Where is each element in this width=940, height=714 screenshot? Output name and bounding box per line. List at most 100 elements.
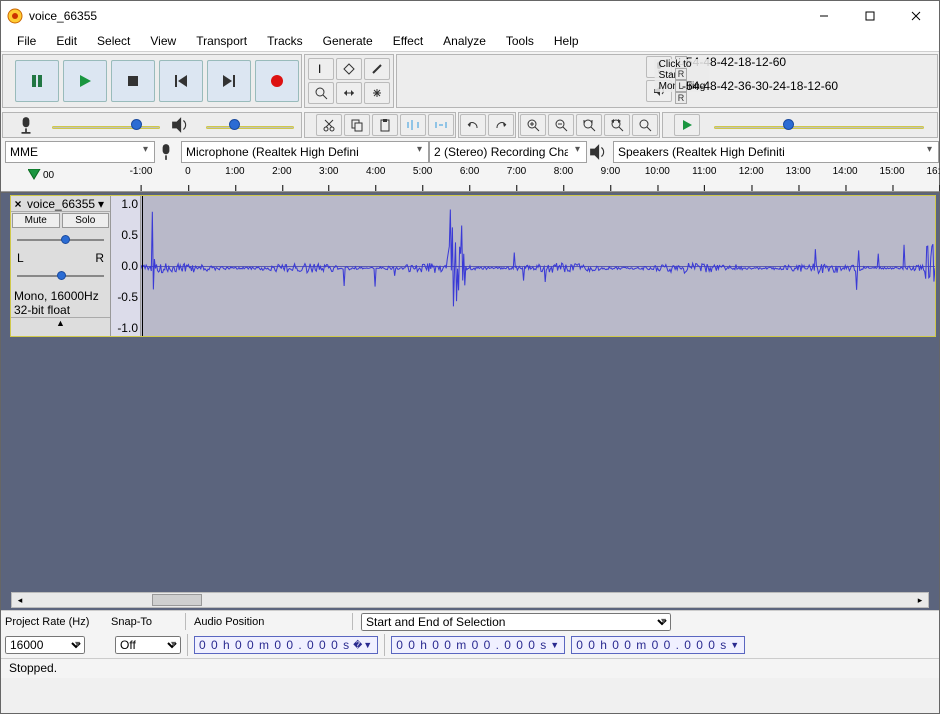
stop-button[interactable] <box>111 60 155 102</box>
redo-button[interactable] <box>488 114 514 136</box>
mixer-toolbar <box>2 112 302 138</box>
track-vertical-scale[interactable]: 1.00.50.0-0.5-1.0 <box>111 196 141 336</box>
menu-effect[interactable]: Effect <box>385 32 431 50</box>
maximize-button[interactable] <box>847 1 893 31</box>
fit-project-button[interactable] <box>604 114 630 136</box>
zoom-toolbar <box>518 112 660 138</box>
zoom-toggle-button[interactable] <box>632 114 658 136</box>
selection-toolbar-labels: Project Rate (Hz) Snap-To Audio Position… <box>1 610 939 632</box>
playback-meter[interactable]: L -54-48-42-36-30-24-18-12-60 R <box>675 80 687 102</box>
menu-help[interactable]: Help <box>546 32 587 50</box>
window-title: voice_66355 <box>29 9 801 23</box>
device-toolbar: MME Microphone (Realtek High Defini 2 (S… <box>1 140 939 166</box>
toolbar-row-1: I L -54-48-42 Click to Start Monitoring … <box>1 52 939 110</box>
timeshift-tool-button[interactable] <box>336 82 362 104</box>
scrollbar-thumb[interactable] <box>152 594 202 606</box>
track-name[interactable]: voice_66355 <box>25 197 98 211</box>
track-waveform[interactable] <box>141 196 935 336</box>
horizontal-scrollbar[interactable]: ◂ ▸ <box>11 592 929 608</box>
fit-selection-button[interactable] <box>576 114 602 136</box>
undo-toolbar <box>458 112 516 138</box>
cut-button[interactable] <box>316 114 342 136</box>
close-button[interactable] <box>893 1 939 31</box>
menu-edit[interactable]: Edit <box>48 32 85 50</box>
selection-end-field[interactable]: 0 0 h 0 0 m 0 0 . 0 0 0 s▼ <box>571 636 745 654</box>
envelope-tool-button[interactable] <box>336 58 362 80</box>
menu-file[interactable]: File <box>9 32 44 50</box>
mic-icon <box>17 116 35 134</box>
playback-device-select[interactable]: Speakers (Realtek High Definiti <box>613 141 939 163</box>
silence-button[interactable] <box>428 114 454 136</box>
status-text: Stopped. <box>9 661 57 675</box>
speaker-icon <box>589 143 607 161</box>
track-gain-slider[interactable] <box>17 233 104 247</box>
speaker-icon <box>171 116 189 134</box>
zoom-tool-button[interactable] <box>308 82 334 104</box>
menu-view[interactable]: View <box>142 32 184 50</box>
paste-button[interactable] <box>372 114 398 136</box>
selection-start-field[interactable]: 0 0 h 0 0 m 0 0 . 0 0 0 s▼ <box>391 636 565 654</box>
recording-meter[interactable]: L -54-48-42 Click to Start Monitoring -1… <box>675 56 687 78</box>
app-logo-icon <box>7 8 23 24</box>
timeline-ruler[interactable]: 00 -1:0001:002:003:004:005:006:007:008:0… <box>1 166 939 192</box>
track-solo-button[interactable]: Solo <box>62 213 110 228</box>
tracks-area: × voice_66355 ▾ Mute Solo LR Mono, 16000… <box>1 192 939 610</box>
audio-position-label: Audio Position <box>194 616 344 628</box>
audio-track[interactable]: × voice_66355 ▾ Mute Solo LR Mono, 16000… <box>10 195 936 337</box>
status-bar: Stopped. <box>1 658 939 678</box>
track-menu-button[interactable]: ▾ <box>98 197 110 211</box>
copy-button[interactable] <box>344 114 370 136</box>
pause-button[interactable] <box>15 60 59 102</box>
play-at-speed-button[interactable] <box>674 114 700 136</box>
minimize-button[interactable] <box>801 1 847 31</box>
undo-button[interactable] <box>460 114 486 136</box>
project-rate-label: Project Rate (Hz) <box>5 616 105 628</box>
edit-toolbar <box>304 112 456 138</box>
zoom-out-button[interactable] <box>548 114 574 136</box>
selection-mode-select[interactable]: Start and End of Selection <box>361 613 671 631</box>
title-bar: voice_66355 <box>1 1 939 31</box>
menu-transport[interactable]: Transport <box>188 32 255 50</box>
play-at-speed-toolbar <box>662 112 938 138</box>
selection-toolbar-controls: 16000 Off 0 0 h 0 0 m 0 0 . 0 0 0 s�▼ 0 … <box>1 632 939 658</box>
audio-host-select[interactable]: MME <box>5 141 155 163</box>
playback-volume-slider[interactable] <box>197 115 297 135</box>
selection-tool-button[interactable]: I <box>308 58 334 80</box>
timeline-head-value: 00 <box>43 170 54 181</box>
project-rate-select[interactable]: 16000 <box>5 636 85 654</box>
recording-volume-slider[interactable] <box>43 115 163 135</box>
transport-toolbar <box>2 54 302 108</box>
multi-tool-button[interactable] <box>364 82 390 104</box>
menu-tracks[interactable]: Tracks <box>259 32 311 50</box>
edit-cursor <box>142 196 143 336</box>
playhead-icon[interactable] <box>28 169 42 183</box>
audio-position-field[interactable]: 0 0 h 0 0 m 0 0 . 0 0 0 s�▼ <box>194 636 378 654</box>
recording-channels-select[interactable]: 2 (Stereo) Recording Chan <box>429 141 587 163</box>
playback-speed-slider[interactable] <box>705 115 927 135</box>
track-close-button[interactable]: × <box>11 197 25 211</box>
snap-to-select[interactable]: Off <box>115 636 181 654</box>
recording-device-select[interactable]: Microphone (Realtek High Defini <box>181 141 429 163</box>
skip-start-button[interactable] <box>159 60 203 102</box>
track-pan-slider[interactable] <box>17 269 104 283</box>
track-collapse-button[interactable]: ▲ <box>11 317 110 329</box>
meters-toolbar: L -54-48-42 Click to Start Monitoring -1… <box>396 54 938 108</box>
menu-generate[interactable]: Generate <box>315 32 381 50</box>
menu-select[interactable]: Select <box>89 32 138 50</box>
mic-icon <box>157 143 175 161</box>
trim-button[interactable] <box>400 114 426 136</box>
play-button[interactable] <box>63 60 107 102</box>
menu-tools[interactable]: Tools <box>498 32 542 50</box>
menu-analyze[interactable]: Analyze <box>435 32 494 50</box>
track-format-info: Mono, 16000Hz32-bit float <box>11 287 110 317</box>
scroll-right-button[interactable]: ▸ <box>912 593 928 607</box>
snap-to-label: Snap-To <box>111 616 177 628</box>
skip-end-button[interactable] <box>207 60 251 102</box>
draw-tool-button[interactable] <box>364 58 390 80</box>
scroll-left-button[interactable]: ◂ <box>12 593 28 607</box>
tools-toolbar: I <box>304 54 394 108</box>
track-mute-button[interactable]: Mute <box>12 213 60 228</box>
zoom-in-button[interactable] <box>520 114 546 136</box>
toolbar-row-2 <box>1 110 939 140</box>
record-button[interactable] <box>255 60 299 102</box>
